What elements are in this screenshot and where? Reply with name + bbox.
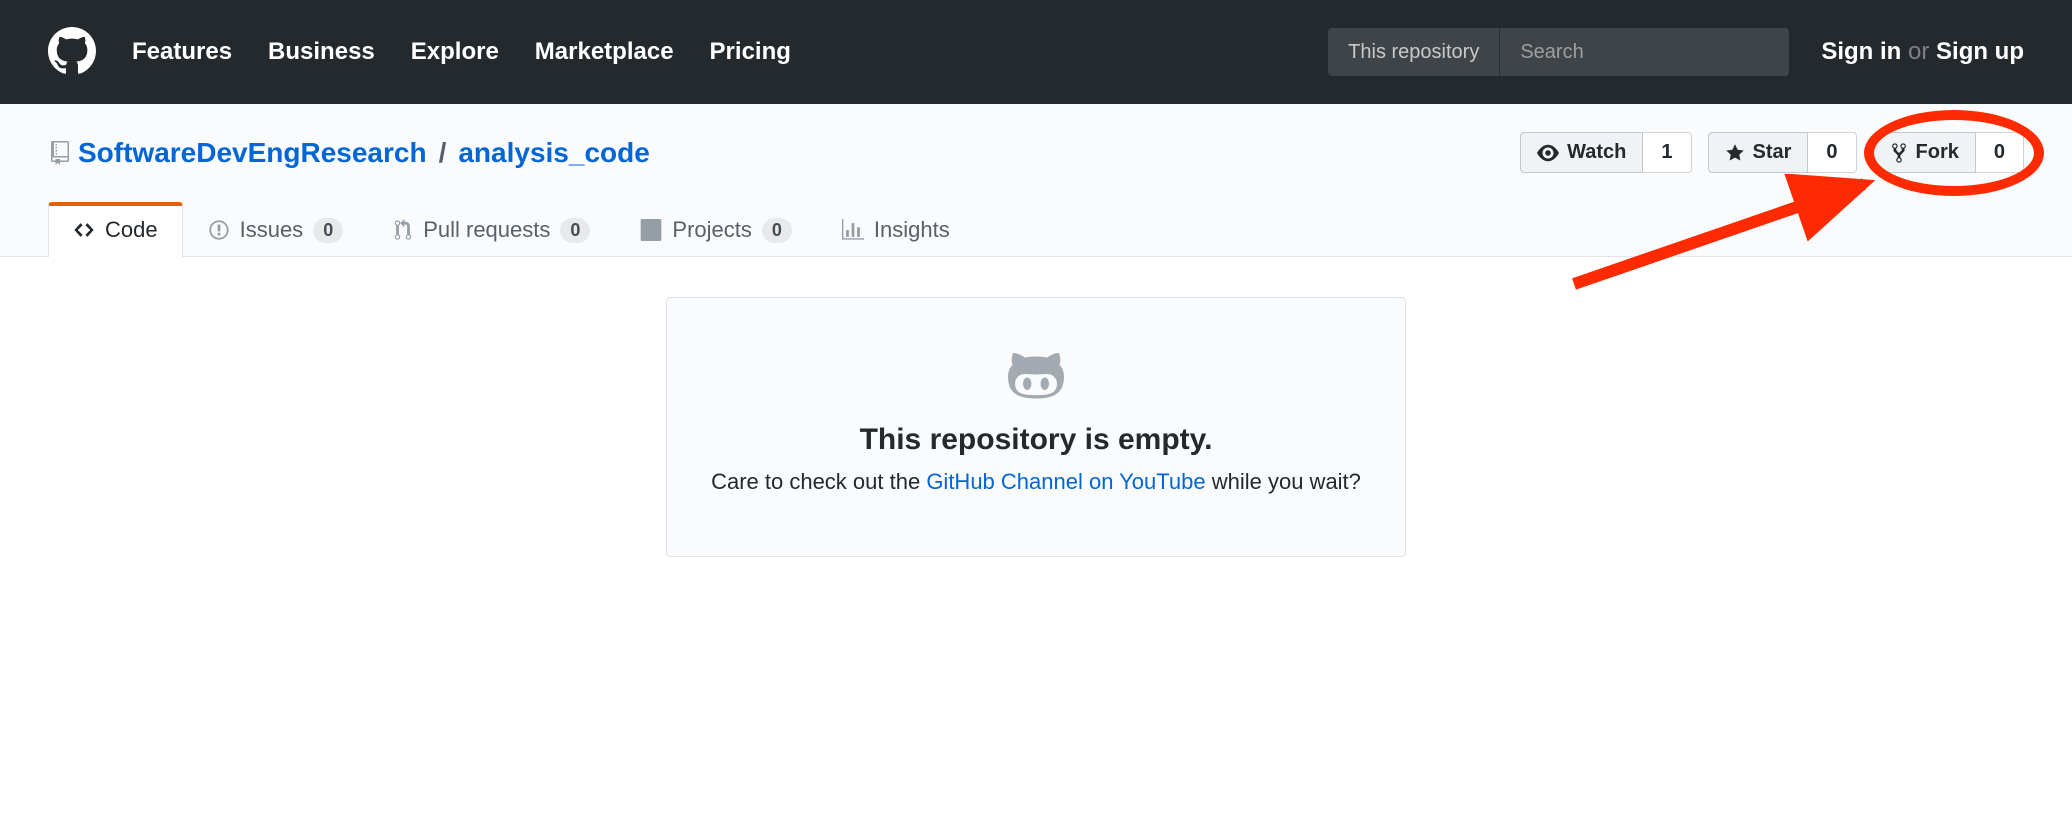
sign-in-link[interactable]: Sign in: [1821, 38, 1901, 65]
issue-opened-icon: [208, 219, 230, 241]
nav-explore[interactable]: Explore: [411, 38, 499, 66]
search-input[interactable]: [1499, 28, 1789, 76]
star-label: Star: [1753, 141, 1792, 164]
repo-forked-icon: [1890, 142, 1908, 164]
fork-button[interactable]: Fork: [1873, 132, 1976, 173]
nav-marketplace[interactable]: Marketplace: [535, 38, 674, 66]
nav-pricing[interactable]: Pricing: [710, 38, 791, 66]
watch-group: Watch 1: [1520, 132, 1691, 173]
tab-issues-label: Issues: [240, 217, 304, 243]
git-pull-request-icon: [393, 219, 413, 241]
blankslate-text: Care to check out the GitHub Channel on …: [707, 465, 1365, 498]
tab-code[interactable]: Code: [48, 202, 183, 257]
blankslate-post: while you wait?: [1206, 469, 1361, 494]
search-scope-label[interactable]: This repository: [1328, 28, 1499, 76]
star-group: Star 0: [1708, 132, 1857, 173]
fork-group: Fork 0: [1873, 132, 2024, 173]
repo-nav: Code Issues 0 Pull requests 0 Projects 0…: [48, 201, 2024, 256]
octoface-icon: [1008, 346, 1064, 402]
blankslate-heading: This repository is empty.: [707, 423, 1365, 457]
nav-business[interactable]: Business: [268, 38, 375, 66]
mark-github-icon: [48, 27, 96, 75]
tab-projects-count: 0: [762, 218, 792, 243]
repo-icon: [48, 141, 72, 165]
watch-label: Watch: [1567, 141, 1626, 164]
repohead: SoftwareDevEngResearch / analysis_code W…: [0, 104, 2072, 257]
blankslate-pre: Care to check out the: [711, 469, 926, 494]
tab-projects[interactable]: Projects 0: [615, 202, 817, 257]
project-icon: [640, 219, 662, 241]
or-text: or: [1908, 38, 1929, 65]
primary-nav: Features Business Explore Marketplace Pr…: [132, 38, 1328, 66]
repo-content: This repository is empty. Care to check …: [0, 257, 2072, 597]
tab-code-label: Code: [105, 217, 158, 243]
repo-owner-link[interactable]: SoftwareDevEngResearch: [78, 137, 427, 169]
search-form: This repository: [1328, 28, 1789, 76]
watch-button[interactable]: Watch: [1520, 132, 1643, 173]
tab-insights-label: Insights: [874, 217, 950, 243]
tab-pulls[interactable]: Pull requests 0: [368, 202, 615, 257]
tab-issues[interactable]: Issues 0: [183, 202, 369, 257]
youtube-channel-link[interactable]: GitHub Channel on YouTube: [926, 469, 1205, 494]
repo-name-link[interactable]: analysis_code: [458, 137, 649, 169]
eye-icon: [1537, 142, 1559, 164]
tab-issues-count: 0: [313, 218, 343, 243]
watch-count[interactable]: 1: [1643, 132, 1691, 173]
tab-projects-label: Projects: [672, 217, 751, 243]
tab-pulls-count: 0: [560, 218, 590, 243]
global-header: Features Business Explore Marketplace Pr…: [0, 0, 2072, 104]
code-icon: [73, 219, 95, 241]
graph-icon: [842, 219, 864, 241]
fork-label: Fork: [1916, 141, 1959, 164]
sign-up-link[interactable]: Sign up: [1936, 38, 2024, 65]
star-icon: [1725, 143, 1745, 163]
tab-pulls-label: Pull requests: [423, 217, 550, 243]
auth-links: Sign in or Sign up: [1821, 38, 2024, 66]
pagehead-actions: Watch 1 Star 0 Fork 0: [1520, 132, 2024, 173]
fork-count[interactable]: 0: [1976, 132, 2024, 173]
repo-title: SoftwareDevEngResearch / analysis_code: [48, 137, 650, 169]
github-logo[interactable]: [48, 27, 96, 78]
repo-slash: /: [433, 137, 453, 169]
nav-features[interactable]: Features: [132, 38, 232, 66]
star-button[interactable]: Star: [1708, 132, 1809, 173]
blankslate: This repository is empty. Care to check …: [666, 297, 1406, 557]
tab-insights[interactable]: Insights: [817, 202, 975, 257]
star-count[interactable]: 0: [1808, 132, 1856, 173]
